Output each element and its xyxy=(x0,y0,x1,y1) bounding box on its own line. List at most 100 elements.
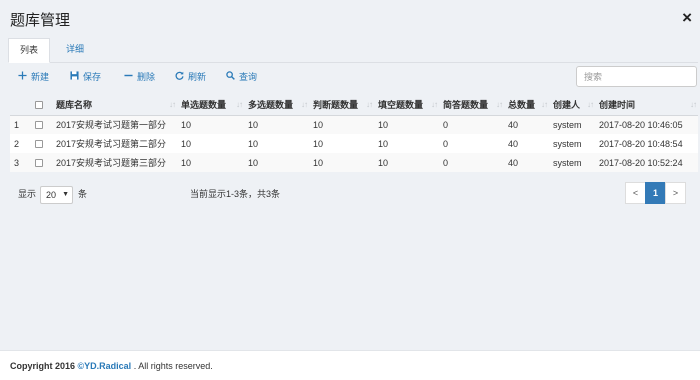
refresh-icon xyxy=(173,70,185,84)
query-button[interactable]: 查询 xyxy=(224,70,257,84)
page-size-prefix: 显示 xyxy=(18,189,37,199)
table-row[interactable]: 2 2017安规考试习题第二部分 10 10 10 10 0 40 system… xyxy=(10,134,698,153)
table-cell: system xyxy=(549,115,595,134)
delete-button[interactable]: 删除 xyxy=(122,70,155,84)
new-button[interactable]: 新建 xyxy=(16,70,49,84)
column-header-label: 创建人 xyxy=(553,100,581,111)
column-header-label: 填空题数量 xyxy=(378,100,424,111)
copyright-prefix: Copyright 2016 xyxy=(10,361,78,371)
sort-icon[interactable]: ↓↑ xyxy=(431,100,438,109)
table-row[interactable]: 1 2017安规考试习题第一部分 10 10 10 10 0 40 system… xyxy=(10,115,698,134)
question-bank-table: 题库名称 ↓↑ 单选题数量 ↓↑ 多选题数量 ↓↑ 判断题数量 ↓↑ 填空题数量 ↓↑ 简… xyxy=(10,95,698,172)
sort-icon[interactable]: ↓↑ xyxy=(169,100,176,109)
page-size-select[interactable]: 20 ▼ xyxy=(40,186,73,204)
close-icon[interactable]: × xyxy=(682,9,692,26)
sort-icon[interactable]: ↓↑ xyxy=(236,100,243,109)
query-button-label: 查询 xyxy=(239,72,258,82)
column-header-label: 简答题数量 xyxy=(443,100,489,111)
column-header[interactable]: 题库名称 ↓↑ xyxy=(52,95,177,116)
table-cell: 10 xyxy=(177,115,244,134)
search-icon xyxy=(224,70,236,84)
page-size-value: 20 xyxy=(46,190,57,200)
sort-icon[interactable]: ↓↑ xyxy=(541,100,548,109)
new-button-label: 新建 xyxy=(31,72,50,82)
column-header[interactable]: 判断题数量 ↓↑ xyxy=(309,95,374,116)
table-cell: 10 xyxy=(374,115,439,134)
sort-icon[interactable]: ↓↑ xyxy=(301,100,308,109)
table-cell: 10 xyxy=(309,134,374,153)
dialog-header: 题库管理 × xyxy=(0,0,700,32)
row-checkbox[interactable] xyxy=(35,121,43,130)
column-header[interactable]: 简答题数量 ↓↑ xyxy=(439,95,504,116)
select-all-header xyxy=(31,95,52,116)
select-all-checkbox[interactable] xyxy=(35,101,43,110)
table-cell: 2017-08-20 10:46:05 xyxy=(595,115,698,134)
page-footer: Copyright 2016 ©YD.Radical . All rights … xyxy=(0,350,700,380)
column-header-label: 多选题数量 xyxy=(248,100,294,111)
page-button-current[interactable]: 1 xyxy=(645,182,666,204)
table-cell: 0 xyxy=(439,115,504,134)
row-checkbox-cell xyxy=(31,115,52,134)
table-row[interactable]: 3 2017安规考试习题第三部分 10 10 10 10 0 40 system… xyxy=(10,153,698,172)
minus-icon xyxy=(122,70,134,84)
search-input[interactable] xyxy=(576,66,697,87)
column-header[interactable]: 总数量 ↓↑ xyxy=(504,95,549,116)
row-checkbox[interactable] xyxy=(35,140,43,149)
table-cell: system xyxy=(549,153,595,172)
table-cell: 10 xyxy=(374,153,439,172)
plus-icon xyxy=(16,70,28,84)
table-cell: 10 xyxy=(244,115,309,134)
tab-list[interactable]: 列表 xyxy=(8,38,51,63)
bank-name-cell: 2017安规考试习题第三部分 xyxy=(52,153,177,172)
tab-detail[interactable]: 详细 xyxy=(55,38,95,63)
page-size-control: 显示 20 ▼ 条 xyxy=(18,186,87,204)
sort-icon[interactable]: ↓↑ xyxy=(496,100,503,109)
table-cell: 40 xyxy=(504,153,549,172)
column-header-label: 判断题数量 xyxy=(313,100,359,111)
column-header[interactable]: 填空题数量 ↓↑ xyxy=(374,95,439,116)
table-cell: 40 xyxy=(504,134,549,153)
row-number-header xyxy=(10,95,31,116)
table-cell: 10 xyxy=(177,134,244,153)
save-button[interactable]: 保存 xyxy=(68,70,101,84)
next-page-button[interactable]: > xyxy=(665,182,686,204)
table-cell: 10 xyxy=(374,134,439,153)
table-cell: 10 xyxy=(177,153,244,172)
row-number: 1 xyxy=(10,115,31,134)
column-header[interactable]: 单选题数量 ↓↑ xyxy=(177,95,244,116)
pagination: < 1 > xyxy=(625,182,686,204)
sort-icon[interactable]: ↓↑ xyxy=(366,100,373,109)
table-cell: 2017-08-20 10:48:54 xyxy=(595,134,698,153)
table-cell: 40 xyxy=(504,115,549,134)
column-header[interactable]: 创建人 ↓↑ xyxy=(549,95,595,116)
record-summary: 当前显示1-3条，共3条 xyxy=(190,189,281,199)
tab-bar: 列表 详细 xyxy=(8,38,698,63)
table-cell: 10 xyxy=(244,153,309,172)
chevron-down-icon: ▼ xyxy=(62,191,69,198)
bank-name-cell: 2017安规考试习题第一部分 xyxy=(52,115,177,134)
sort-icon[interactable]: ↓↑ xyxy=(690,100,697,109)
column-header[interactable]: 创建时间 ↓↑ xyxy=(595,95,698,116)
sort-icon[interactable]: ↓↑ xyxy=(587,100,594,109)
table-cell: 2017-08-20 10:52:24 xyxy=(595,153,698,172)
copyright-suffix: . All rights reserved. xyxy=(131,361,213,371)
table-cell: 10 xyxy=(309,115,374,134)
column-header-label: 创建时间 xyxy=(599,100,636,111)
table-cell: 0 xyxy=(439,134,504,153)
table-header-row: 题库名称 ↓↑ 单选题数量 ↓↑ 多选题数量 ↓↑ 判断题数量 ↓↑ 填空题数量 ↓↑ 简… xyxy=(10,95,698,116)
refresh-button[interactable]: 刷新 xyxy=(173,70,206,84)
table-cell: 0 xyxy=(439,153,504,172)
prev-page-button[interactable]: < xyxy=(625,182,646,204)
refresh-button-label: 刷新 xyxy=(188,72,207,82)
page-title: 题库管理 xyxy=(10,12,71,29)
save-button-label: 保存 xyxy=(83,72,102,82)
bank-name-cell: 2017安规考试习题第二部分 xyxy=(52,134,177,153)
row-checkbox-cell xyxy=(31,153,52,172)
table-cell: 10 xyxy=(244,134,309,153)
table-cell: 10 xyxy=(309,153,374,172)
row-checkbox[interactable] xyxy=(35,159,43,168)
brand-link[interactable]: ©YD.Radical xyxy=(78,361,132,371)
delete-button-label: 删除 xyxy=(137,72,156,82)
column-header-label: 单选题数量 xyxy=(181,100,227,111)
column-header[interactable]: 多选题数量 ↓↑ xyxy=(244,95,309,116)
